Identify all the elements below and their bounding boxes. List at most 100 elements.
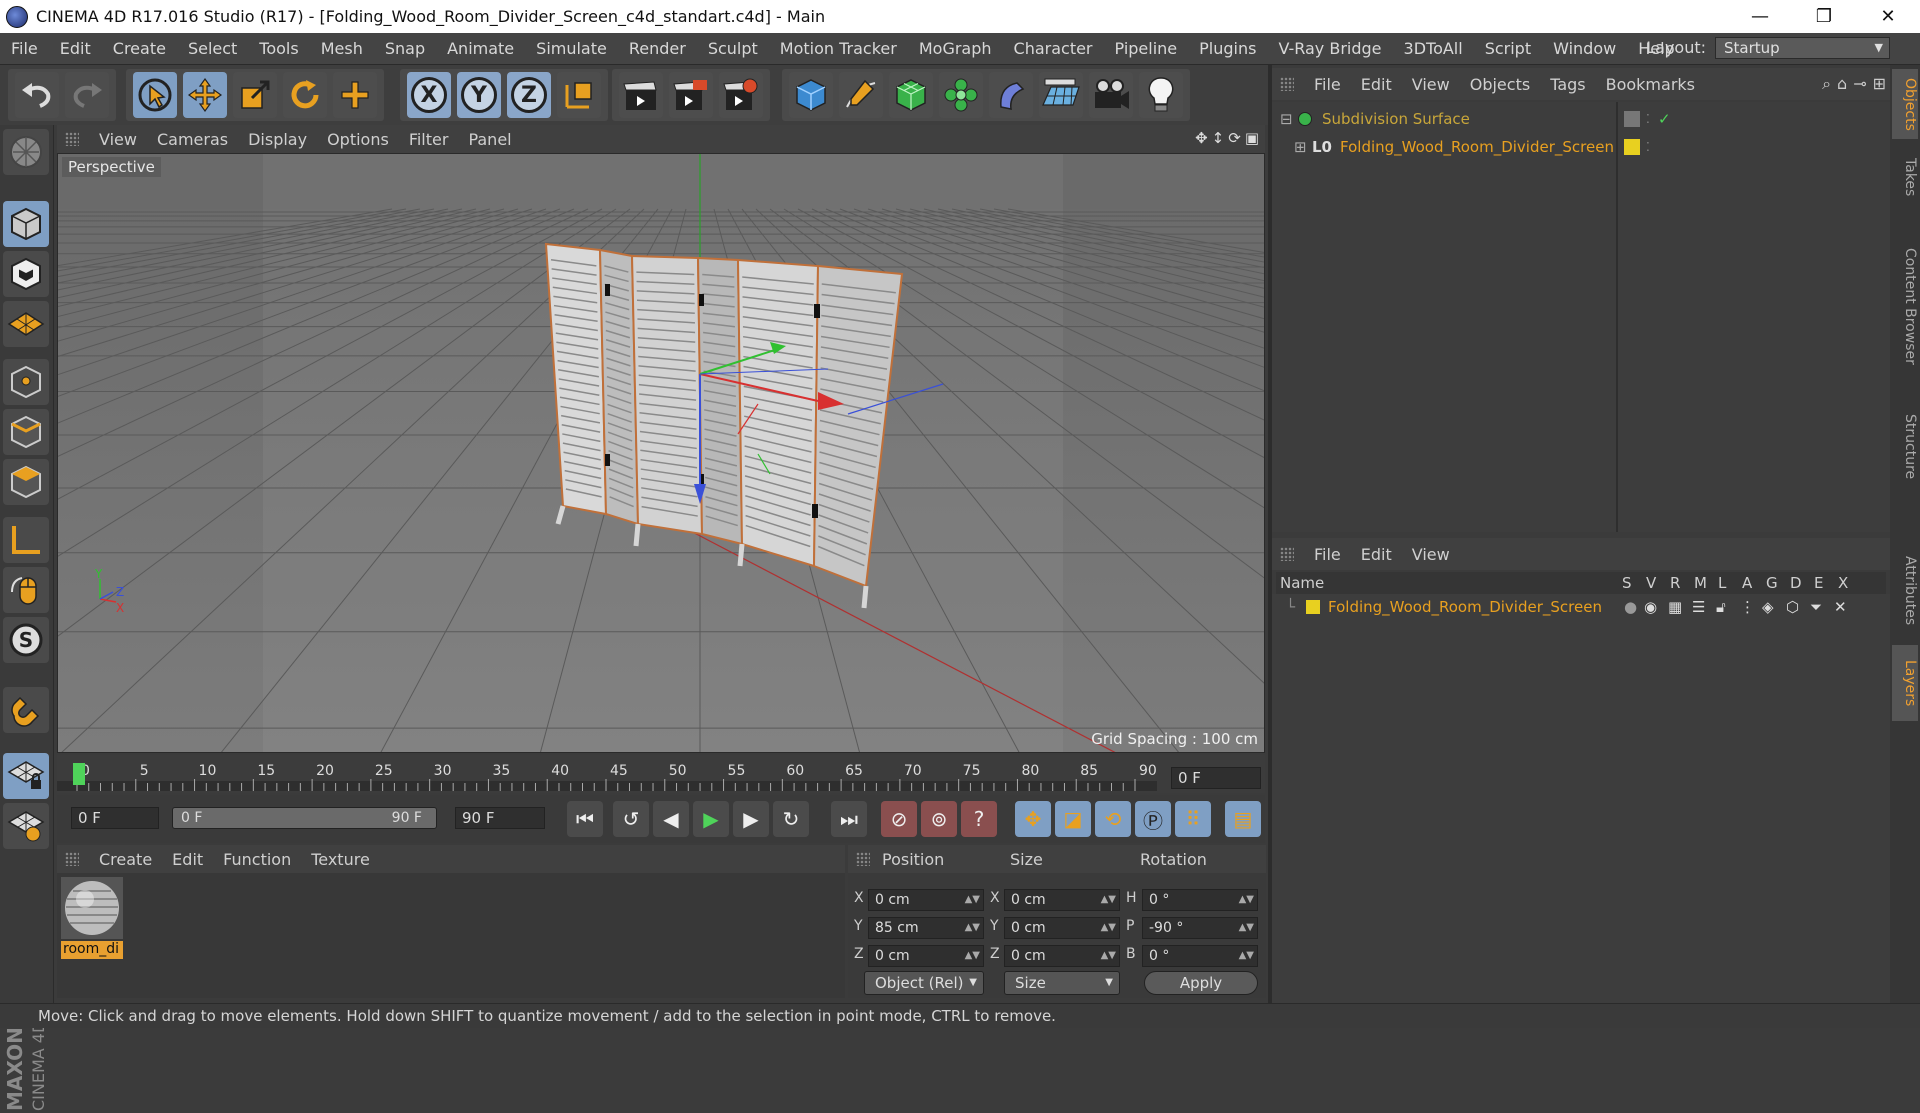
object-row-subdivision-surface[interactable]: ⊟ Subdivision Surface ⁚ ✓ — [1272, 106, 1890, 132]
maximize-button[interactable]: ❐ — [1792, 0, 1856, 33]
solo-button[interactable]: S — [3, 617, 49, 663]
object-menu-edit[interactable]: Edit — [1351, 75, 1402, 94]
layer-col-locked[interactable]: L — [1718, 572, 1726, 594]
record-position-button[interactable]: ✥ — [1015, 801, 1051, 837]
pen-spline-button[interactable] — [839, 72, 883, 118]
home-icon[interactable]: ⌂ — [1837, 74, 1847, 94]
recent-tool-button[interactable] — [333, 72, 377, 118]
scale-tool-button[interactable] — [233, 72, 277, 118]
layer-col-expressions[interactable]: E — [1814, 572, 1823, 594]
generator-icon[interactable]: ◈ — [1762, 594, 1774, 620]
menu-mograph[interactable]: MoGraph — [908, 39, 1003, 58]
current-frame-field[interactable]: 0 F — [1171, 767, 1261, 789]
collapse-icon[interactable]: ⊟ — [1280, 106, 1293, 132]
make-editable-button[interactable] — [3, 129, 49, 175]
menu-animate[interactable]: Animate — [436, 39, 525, 58]
search-icon[interactable]: ⌕ — [1822, 74, 1831, 94]
viewport-menu-filter[interactable]: Filter — [399, 130, 459, 149]
visibility-dots-icon[interactable]: ⁚ — [1646, 134, 1650, 160]
material-menu-texture[interactable]: Texture — [301, 850, 380, 869]
menu-mesh[interactable]: Mesh — [310, 39, 374, 58]
next-key-button[interactable]: ↻ — [773, 801, 809, 837]
layer-menu-edit[interactable]: Edit — [1351, 545, 1402, 564]
side-tab-structure[interactable]: Structure — [1892, 405, 1918, 489]
record-rotation-button[interactable]: ⟲ — [1095, 801, 1131, 837]
previous-frame-button[interactable]: ◀ — [653, 801, 689, 837]
perspective-viewport[interactable]: Y Z X Perspective Grid Spacing : 100 cm — [57, 153, 1265, 753]
layer-col-animation[interactable]: A — [1742, 572, 1752, 594]
zoom-view-icon[interactable]: ↕ — [1212, 129, 1225, 147]
object-row-divider-screen[interactable]: ⊞ L0 Folding_Wood_Room_Divider_Screen ⁚ — [1272, 134, 1890, 160]
camera-button[interactable] — [1089, 72, 1133, 118]
layer-swatch-icon[interactable] — [1624, 139, 1640, 155]
pan-view-icon[interactable]: ✥ — [1195, 129, 1208, 147]
menu-pipeline[interactable]: Pipeline — [1104, 39, 1189, 58]
object-menu-view[interactable]: View — [1402, 75, 1460, 94]
position-y-field[interactable]: 85 cm ▲▼ — [868, 917, 984, 939]
previous-key-button[interactable]: ↺ — [613, 801, 649, 837]
live-selection-button[interactable] — [133, 72, 177, 118]
viewport-menu-display[interactable]: Display — [238, 130, 317, 149]
menu-select[interactable]: Select — [177, 39, 248, 58]
play-forward-button[interactable]: ▶ — [693, 801, 729, 837]
object-name[interactable]: Subdivision Surface — [1322, 106, 1470, 132]
object-menu-objects[interactable]: Objects — [1460, 75, 1540, 94]
rotate-tool-button[interactable] — [283, 72, 327, 118]
manager-icon[interactable]: ☰ — [1692, 594, 1705, 620]
layer-row[interactable]: └ Folding_Wood_Room_Divider_Screen ● ◉ ▦… — [1272, 594, 1890, 620]
y-axis-lock-button[interactable]: Y — [457, 72, 501, 118]
max-time-field[interactable]: 90 F — [455, 807, 545, 829]
menu-script[interactable]: Script — [1474, 39, 1542, 58]
menu-render[interactable]: Render — [618, 39, 697, 58]
model-mode-button[interactable] — [3, 201, 49, 247]
workplane-mode-button[interactable] — [3, 301, 49, 347]
rotation-p-field[interactable]: -90 ° ▲▼ — [1142, 917, 1258, 939]
cloner-button[interactable] — [939, 72, 983, 118]
time-range-slider[interactable]: 0 F 90 F — [172, 807, 437, 829]
move-tool-button[interactable] — [183, 72, 227, 118]
rotation-h-field[interactable]: 0 ° ▲▼ — [1142, 889, 1258, 911]
viewport-menu-view[interactable]: View — [89, 130, 147, 149]
material-menu-create[interactable]: Create — [89, 850, 162, 869]
render-view-button[interactable] — [619, 72, 663, 118]
record-pla-button[interactable]: ⠿ — [1175, 801, 1211, 837]
timeline-window-button[interactable]: ▤ — [1225, 801, 1261, 837]
deformer-icon[interactable]: ⬡ — [1786, 594, 1799, 620]
floor-button[interactable] — [1039, 72, 1083, 118]
go-to-end-button[interactable]: ⏭ — [831, 801, 867, 837]
go-to-start-button[interactable]: ⏮ — [567, 801, 603, 837]
lock-icon[interactable]: 🔓︎ — [1716, 594, 1726, 620]
object-name[interactable]: Folding_Wood_Room_Divider_Screen — [1340, 134, 1614, 160]
object-menu-file[interactable]: File — [1304, 75, 1351, 94]
layer-col-render[interactable]: R — [1670, 572, 1680, 594]
xref-icon[interactable]: ✕ — [1834, 594, 1847, 620]
menu-plugins[interactable]: Plugins — [1188, 39, 1267, 58]
keyframe-selection-button[interactable]: ? — [961, 801, 997, 837]
size-mode-dropdown[interactable]: Size ▼ — [1004, 971, 1120, 995]
layer-name[interactable]: Folding_Wood_Room_Divider_Screen — [1328, 594, 1602, 620]
panel-grip-icon[interactable] — [65, 132, 79, 146]
coordinate-system-button[interactable] — [557, 72, 601, 118]
polygons-mode-button[interactable] — [3, 459, 49, 505]
viewport-menu-options[interactable]: Options — [317, 130, 399, 149]
layer-col-deformers[interactable]: D — [1790, 572, 1802, 594]
layer-col-name[interactable]: Name — [1280, 572, 1324, 594]
enable-axis-button[interactable] — [3, 517, 49, 563]
layer-col-visible[interactable]: V — [1646, 572, 1656, 594]
coordinate-mode-dropdown[interactable]: Object (Rel) ▼ — [864, 971, 984, 995]
size-x-field[interactable]: 0 cm ▲▼ — [1004, 889, 1120, 911]
side-tab-layers[interactable]: Layers — [1892, 645, 1918, 721]
solo-dot-icon[interactable]: ● — [1624, 594, 1637, 620]
panel-grip-icon[interactable] — [856, 852, 870, 866]
side-tab-content-browser[interactable]: Content Browser — [1892, 211, 1918, 401]
new-view-icon[interactable]: ⊞ — [1873, 74, 1886, 94]
menu-3dtoall[interactable]: 3DToAll — [1393, 39, 1474, 58]
material-name-label[interactable]: room_di — [61, 941, 123, 959]
undo-button[interactable] — [15, 72, 59, 118]
playhead-marker[interactable] — [73, 763, 85, 785]
texture-mode-button[interactable] — [3, 251, 49, 297]
menu-create[interactable]: Create — [102, 39, 177, 58]
menu-window[interactable]: Window — [1542, 39, 1627, 58]
z-axis-lock-button[interactable]: Z — [507, 72, 551, 118]
points-mode-button[interactable] — [3, 359, 49, 405]
